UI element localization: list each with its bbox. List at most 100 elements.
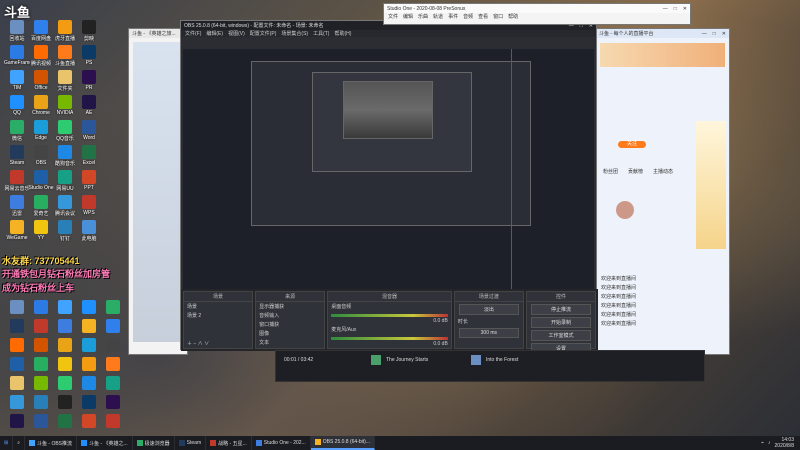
desktop-icon[interactable] (52, 414, 78, 429)
desktop-icon[interactable] (28, 300, 54, 315)
desktop-icon[interactable]: AE (76, 95, 102, 116)
track-title-1[interactable]: The Journey Starts (386, 357, 428, 363)
desktop-icon[interactable]: 虎牙直播 (52, 20, 78, 42)
source-item[interactable]: 音频输入 (256, 311, 324, 320)
desktop-icon[interactable]: 回收站 (4, 20, 30, 42)
desktop-icon[interactable]: 斗鱼直播 (52, 45, 78, 67)
scene-add-button[interactable]: ＋ − ∧ ∨ (184, 339, 212, 348)
studio-menu-item[interactable]: 文件 (388, 13, 398, 20)
follow-button[interactable]: 关注 (618, 141, 646, 148)
studio-one-window[interactable]: Studio One - 2020-08-08 PreSonus — □ ✕ 文件编… (383, 3, 691, 25)
desktop-icon[interactable]: PS (76, 45, 102, 66)
track-title-2[interactable]: Into the Forest (486, 357, 518, 363)
desktop-icon[interactable] (52, 300, 78, 315)
desktop-icon[interactable]: 文件夹 (52, 70, 78, 92)
desktop-icon[interactable] (76, 414, 102, 429)
control-button[interactable]: 开始录制 (530, 317, 592, 328)
desktop-icon[interactable] (52, 395, 78, 410)
side-ad-panel[interactable] (696, 121, 726, 249)
control-button[interactable]: 停止推流 (530, 304, 592, 315)
network-icon[interactable]: ⌁ (761, 440, 764, 446)
desktop-icon[interactable] (28, 338, 54, 353)
desktop-icon[interactable]: 此电脑 (76, 220, 102, 242)
taskbar-item[interactable]: 极速浏览器 (133, 436, 175, 450)
duration-input[interactable]: 300 ms (458, 328, 519, 338)
desktop-icon[interactable]: YY (28, 220, 54, 241)
desktop-icon[interactable] (4, 300, 30, 315)
desktop-icon[interactable]: 爱奇艺 (28, 195, 54, 217)
taskbar-item[interactable]: Steam (175, 436, 207, 450)
desktop-icon[interactable] (52, 319, 78, 334)
desktop-icon[interactable]: WeGame (4, 220, 30, 241)
taskbar-item[interactable]: 斗鱼 - 《英雄之... (77, 436, 133, 450)
browser-window-left[interactable]: 斗鱼 - 《英雄之旅... (128, 28, 188, 355)
desktop-icon[interactable] (4, 376, 30, 391)
desktop-icon[interactable]: 迅雷 (4, 195, 30, 217)
tab-dynamics[interactable]: 主播动态 (650, 167, 676, 176)
desktop-icon[interactable] (76, 395, 102, 410)
desktop-icon[interactable] (76, 300, 102, 315)
desktop-icon[interactable]: Excel (76, 145, 102, 166)
obs-menu-item[interactable]: 配置文件(P) (250, 30, 277, 37)
obs-menu-item[interactable]: 文件(F) (185, 30, 201, 37)
desktop-icon[interactable]: Edge (28, 120, 54, 141)
desktop-icon[interactable] (100, 300, 126, 315)
start-button[interactable]: ⊞ (0, 436, 14, 450)
minimize-icon[interactable]: — (663, 6, 668, 12)
taskbar-item[interactable]: 战略 - 五星... (206, 436, 252, 450)
desktop-icon[interactable] (52, 357, 78, 372)
tab-contribution[interactable]: 贡献榜 (625, 167, 646, 176)
desktop-icon[interactable] (4, 319, 30, 334)
desktop-icon[interactable]: QQ音乐 (52, 120, 78, 142)
search-icon[interactable]: ⌕ (13, 436, 26, 450)
avatar[interactable] (616, 201, 634, 219)
desktop-icon[interactable]: GameFrame (4, 45, 30, 66)
volume-icon[interactable]: ♪ (768, 440, 771, 446)
studio-menu-item[interactable]: 查看 (478, 13, 488, 20)
desktop-icon[interactable]: NVIDIA (52, 95, 78, 116)
desktop-icon[interactable]: 微信 (4, 120, 30, 142)
maximize-icon[interactable]: □ (713, 31, 716, 37)
close-icon[interactable]: ✕ (722, 31, 726, 37)
desktop-icon[interactable] (76, 357, 102, 372)
studio-menu-item[interactable]: 编辑 (403, 13, 413, 20)
desktop-icon[interactable]: 百度网盘 (28, 20, 54, 42)
obs-menu-item[interactable]: 编辑(E) (206, 30, 223, 37)
desktop-icon[interactable] (4, 338, 30, 353)
desktop-icon[interactable] (100, 319, 126, 334)
desktop-icon[interactable] (28, 357, 54, 372)
obs-menu-item[interactable]: 帮助(H) (334, 30, 351, 37)
desktop-icon[interactable]: 腾讯会议 (52, 195, 78, 217)
scene-item[interactable]: 场景 (184, 302, 252, 311)
desktop-icon[interactable]: OBS (28, 145, 54, 166)
desktop-icon[interactable] (100, 376, 126, 391)
close-icon[interactable]: ✕ (683, 6, 687, 12)
tab-fans[interactable]: 粉丝团 (600, 167, 621, 176)
source-item[interactable]: 图像 (256, 329, 324, 338)
studio-menu-item[interactable]: 轨道 (433, 13, 443, 20)
source-item[interactable]: 显示器捕获 (256, 302, 324, 311)
desktop-icon[interactable]: PPT (76, 170, 102, 191)
browser-window-right[interactable]: 斗鱼 - 每个人的直播平台 — □ ✕ 关注 粉丝团 贡献榜 主播动态 欢迎来到直播… (595, 28, 730, 355)
desktop-icon[interactable]: 剪映 (76, 20, 102, 42)
desktop-icon[interactable]: TIM (4, 70, 30, 91)
desktop-icon[interactable]: Office (28, 70, 54, 91)
studio-menu-item[interactable]: 事件 (448, 13, 458, 20)
studio-menu-item[interactable]: 窗口 (493, 13, 503, 20)
desktop-icon[interactable] (100, 357, 126, 372)
desktop-icon[interactable]: 网易云音乐 (4, 170, 30, 192)
desktop-icon[interactable] (28, 376, 54, 391)
desktop-icon[interactable] (76, 319, 102, 334)
desktop-icon[interactable] (4, 357, 30, 372)
taskbar-item[interactable]: OBS 25.0.8 (64-bit)... (310, 436, 375, 450)
desktop-icon[interactable]: QQ (4, 95, 30, 116)
desktop-icon[interactable]: 腾讯视频 (28, 45, 54, 67)
desktop-icon[interactable] (52, 338, 78, 353)
desktop-icon[interactable] (52, 376, 78, 391)
obs-menu-item[interactable]: 工具(T) (313, 30, 329, 37)
desktop-icon[interactable] (4, 395, 30, 410)
desktop-icon[interactable]: Chrome (28, 95, 54, 116)
maximize-icon[interactable]: □ (674, 6, 677, 12)
desktop-icon[interactable]: 网易UU (52, 170, 78, 192)
desktop-icon[interactable]: PR (76, 70, 102, 91)
